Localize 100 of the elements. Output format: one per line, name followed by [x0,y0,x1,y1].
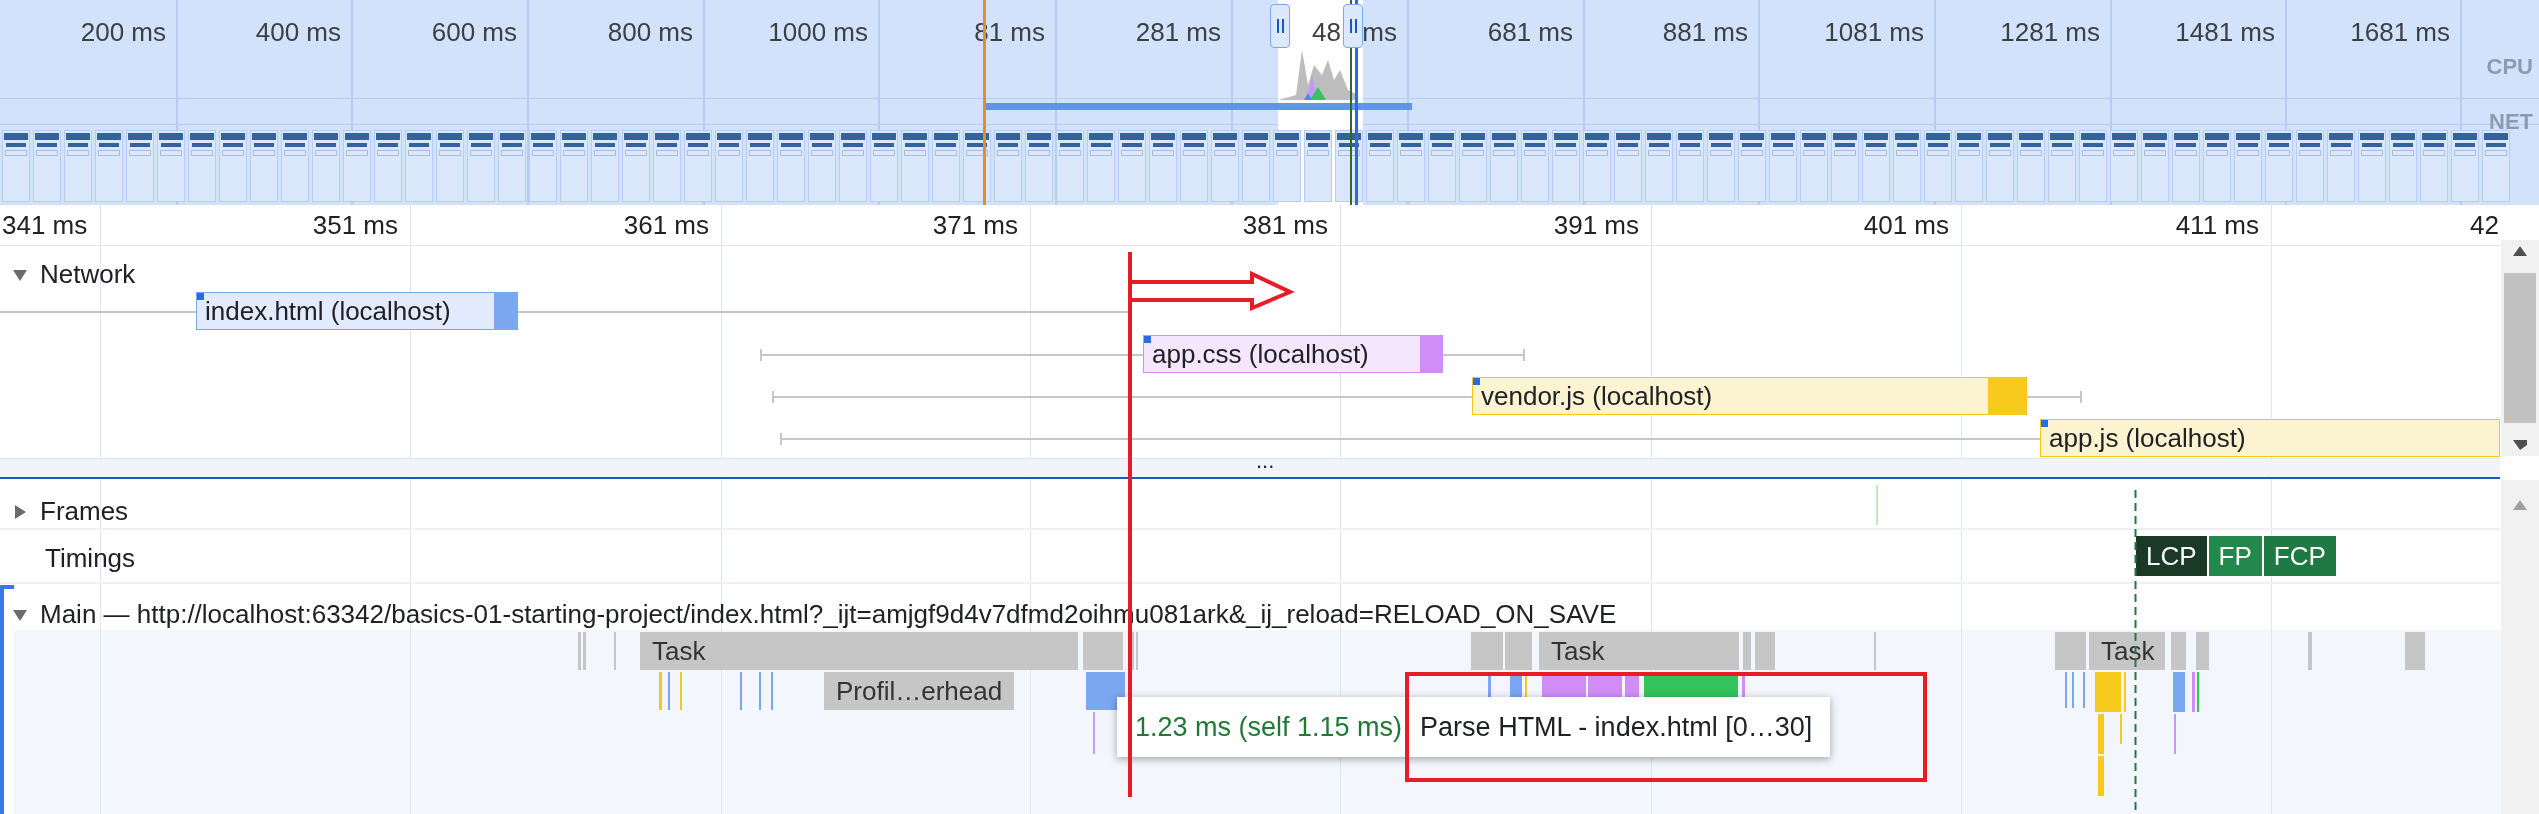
page-thumbnail [2079,130,2107,202]
page-thumbnail [2203,130,2231,202]
page-thumbnail [1025,130,1053,202]
page-thumbnail [2048,130,2076,202]
page-thumbnail [1180,130,1208,202]
page-thumbnail [1831,130,1859,202]
overview-tick-label: ms [1362,18,1397,46]
scrollbar[interactable] [2501,240,2539,456]
page-thumbnail [2420,130,2448,202]
page-thumbnail [901,130,929,202]
page-thumbnail [808,130,836,202]
overview-tick-label: 1281 ms [2000,18,2100,46]
timing-marker[interactable]: LCP [2136,536,2207,576]
task-slice[interactable]: Task [2089,632,2165,670]
page-thumbnail [1366,130,1394,202]
task-slice[interactable]: Task [1539,632,1739,670]
page-thumbnail [1955,130,1983,202]
track-title[interactable]: Frames [40,492,129,531]
page-thumbnail [839,130,867,202]
more-handle[interactable]: ... [1256,450,1275,472]
scroll-down-icon[interactable] [2513,440,2527,450]
page-thumbnail [1893,130,1921,202]
task-slice[interactable]: Task [640,632,1078,670]
page-thumbnail [1986,130,2014,202]
overview-tick-label: 800 ms [607,18,693,46]
page-thumbnail [126,130,154,202]
track-title[interactable]: Network [40,255,136,294]
page-thumbnail [2296,130,2324,202]
page-thumbnail [188,130,216,202]
expand-triangle-icon[interactable] [12,503,28,520]
ruler-tick-label: 381 ms [1242,210,1328,240]
page-thumbnail [1676,130,1704,202]
overview-tick-label: 400 ms [255,18,341,46]
page-thumbnail [994,130,1022,202]
page-thumbnail [1118,130,1146,202]
page-thumbnail [374,130,402,202]
overview-tick-label: 681 ms [1487,18,1573,46]
overview-tick-label: 881 ms [1662,18,1748,46]
ruler-tick-label: 401 ms [1863,210,1949,240]
page-thumbnail [1428,130,1456,202]
overview-tick-label: 48 [1312,18,1341,46]
page-thumbnail [715,130,743,202]
page-thumbnail [2389,130,2417,202]
page-thumbnail [622,130,650,202]
network-request-bar[interactable]: index.html (localhost) [196,292,518,330]
overview-tick-label: 1000 ms [768,18,868,46]
timing-marker[interactable]: FP [2208,536,2262,576]
trace-slice[interactable] [1086,672,1125,710]
page-thumbnail [405,130,433,202]
selection-handle[interactable] [1343,4,1363,48]
overview-tick-label: 600 ms [431,18,517,46]
page-thumbnail [2017,130,2045,202]
page-thumbnail [1087,130,1115,202]
page-thumbnail [312,130,340,202]
tooltip-title: Parse HTML - index.html [0…30] [1420,710,1813,744]
ruler-tick-label: 371 ms [932,210,1018,240]
lane-label: NET [2489,108,2533,136]
page-thumbnail [1459,130,1487,202]
overview-tick-label: 1081 ms [1824,18,1924,46]
ruler-tick-label: 341 ms [2,210,88,240]
ruler-tick-label: 42 [2470,210,2499,240]
page-thumbnail [1707,130,1735,202]
page-thumbnail [560,130,588,202]
selection-handle[interactable] [1270,4,1290,48]
page-thumbnail [219,130,247,202]
page-thumbnail [1645,130,1673,202]
overview-tick-label: 1681 ms [2350,18,2450,46]
network-request-bar[interactable]: vendor.js (localhost) [1472,377,2027,415]
lane-label: CPU [2486,53,2533,81]
ruler-tick-label: 391 ms [1553,210,1639,240]
scrollbar-thumb[interactable] [2504,273,2536,423]
overview-tick-label: 200 ms [80,18,166,46]
page-thumbnail [1614,130,1642,202]
page-thumbnail [1800,130,1828,202]
trace-slice[interactable]: Profil…erhead [824,672,1014,710]
page-thumbnail [281,130,309,202]
page-thumbnail [2141,130,2169,202]
page-thumbnail [777,130,805,202]
page-thumbnail [95,130,123,202]
network-request-bar[interactable]: app.js (localhost) [2040,419,2500,457]
page-thumbnail [1304,130,1332,202]
ruler-tick-label: 411 ms [2175,210,2259,240]
duration-text: 1.23 ms (self 1.15 ms) [1135,710,1403,744]
page-thumbnail [1552,130,1580,202]
page-thumbnail [2327,130,2355,202]
network-request-bar[interactable]: app.css (localhost) [1143,335,1443,373]
page-thumbnail [2482,130,2510,202]
page-thumbnail [2358,130,2386,202]
timing-marker[interactable]: FCP [2263,536,2336,576]
page-thumbnail [1242,130,1270,202]
track-title: Timings [45,542,136,575]
page-thumbnail [932,130,960,202]
page-thumbnail [250,130,278,202]
scroll-up-icon[interactable] [2513,246,2527,256]
page-thumbnail [591,130,619,202]
page-thumbnail [33,130,61,202]
ruler-tick-label: 361 ms [623,210,709,240]
page-thumbnail [746,130,774,202]
overview-tick-label: 1481 ms [2175,18,2275,46]
page-thumbnail [653,130,681,202]
